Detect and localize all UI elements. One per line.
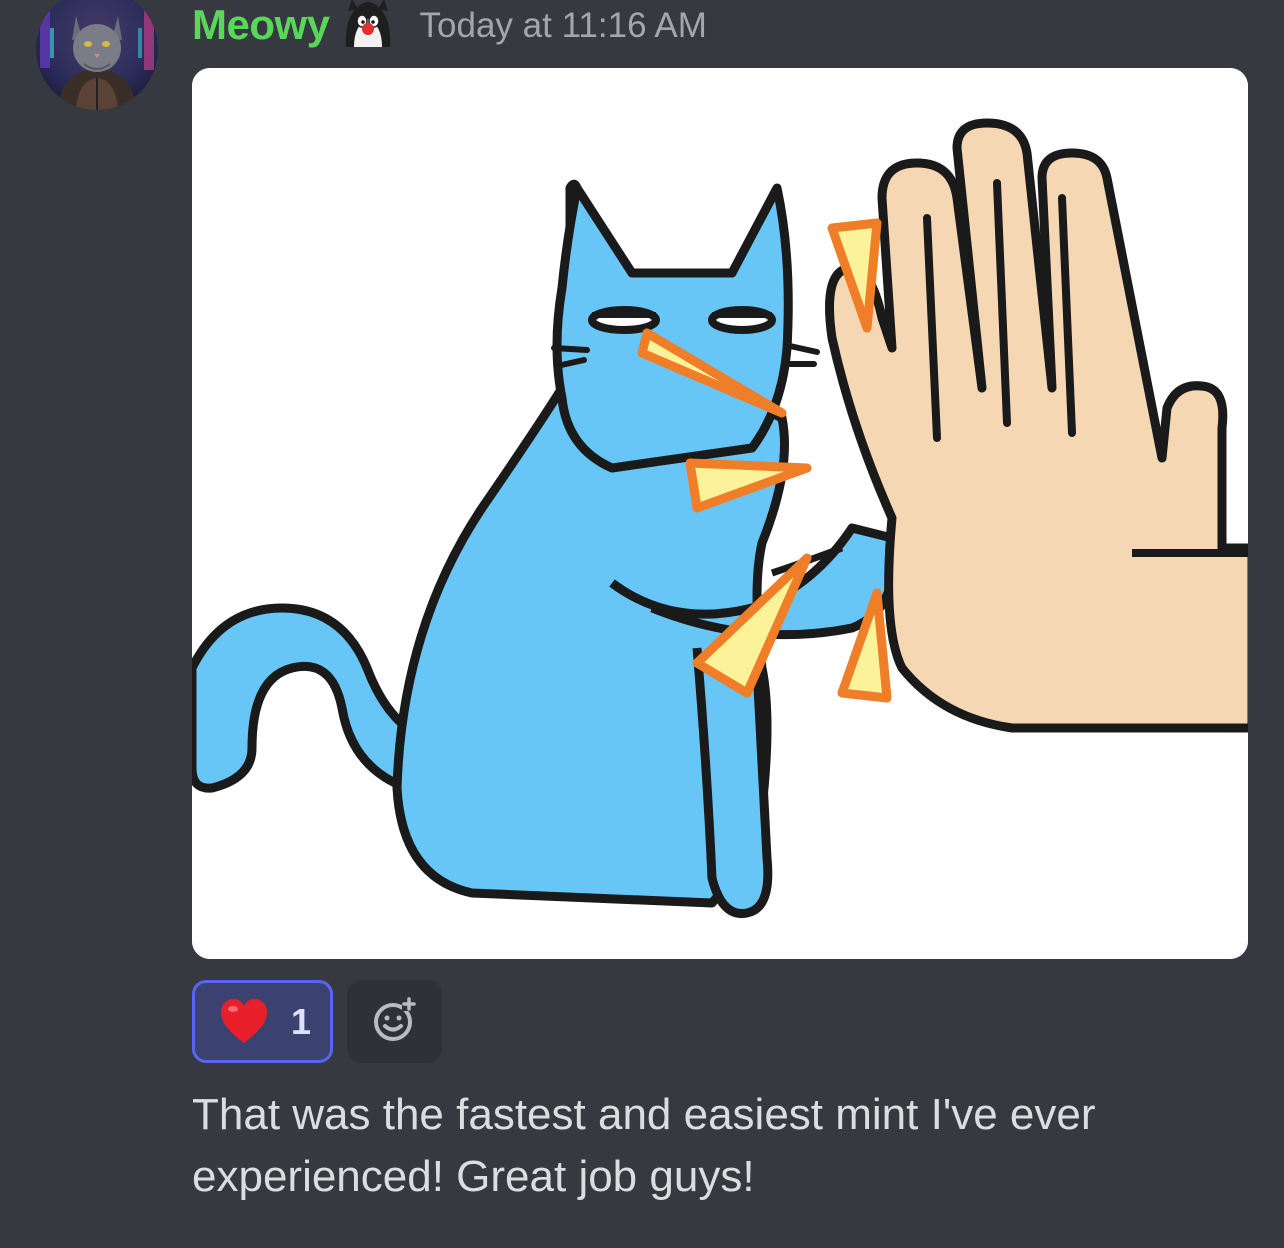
add-reaction-button[interactable] bbox=[347, 980, 442, 1063]
reactions-bar: 1 bbox=[192, 980, 442, 1063]
red-heart-icon bbox=[219, 997, 269, 1047]
cat-avatar-icon bbox=[36, 0, 158, 110]
add-reaction-icon bbox=[372, 996, 418, 1047]
avatar[interactable] bbox=[36, 0, 158, 110]
message-header: Meowy Today at 11:16 AM bbox=[192, 0, 707, 50]
message-content: That was the fastest and easiest mint I'… bbox=[192, 1090, 1096, 1201]
reaction-count: 1 bbox=[291, 1000, 312, 1042]
cartoon-cat-icon bbox=[340, 0, 396, 49]
reaction-heart[interactable]: 1 bbox=[192, 980, 333, 1063]
cat-high-five-sticker-icon bbox=[192, 68, 1248, 959]
chat-message: Meowy Today at 11:16 AM 1 That was the f… bbox=[0, 0, 1284, 1248]
timestamp[interactable]: Today at 11:16 AM bbox=[420, 1, 707, 51]
image-attachment[interactable] bbox=[192, 68, 1248, 959]
username[interactable]: Meowy bbox=[192, 0, 330, 50]
